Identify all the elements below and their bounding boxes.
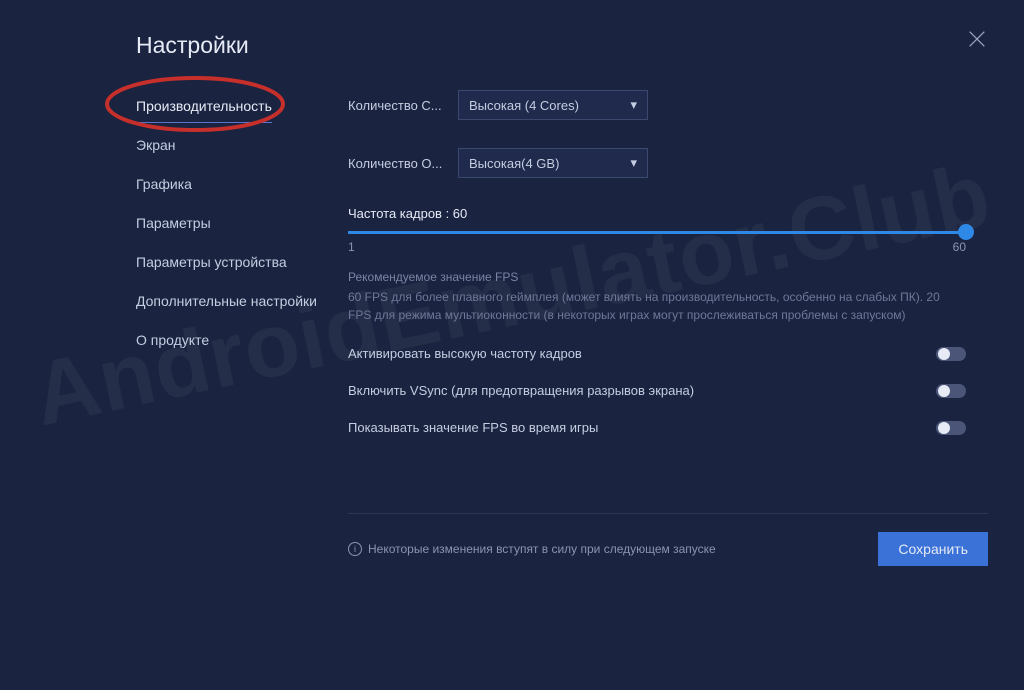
fps-label-prefix: Частота кадров :: [348, 206, 453, 221]
sidebar-item-device-params[interactable]: Параметры устройства: [136, 246, 336, 279]
sidebar-item-advanced[interactable]: Дополнительные настройки: [136, 285, 336, 318]
info-icon: i: [348, 542, 362, 556]
toggle-knob: [938, 348, 950, 360]
toggle-vsync[interactable]: [936, 384, 966, 398]
close-icon: [966, 28, 988, 50]
toggle-label-showfps: Показывать значение FPS во время игры: [348, 420, 598, 435]
toggle-knob: [938, 385, 950, 397]
row-ram: Количество О... Высокая(4 GB) ▾: [348, 148, 988, 178]
restart-note-text: Некоторые изменения вступят в силу при с…: [368, 542, 716, 556]
close-button[interactable]: [966, 28, 988, 50]
main-panel: Количество C... Высокая (4 Cores) ▾ Коли…: [348, 90, 988, 435]
fps-value: 60: [453, 206, 467, 221]
sidebar-item-about[interactable]: О продукте: [136, 324, 336, 357]
select-ram[interactable]: Высокая(4 GB) ▾: [458, 148, 648, 178]
sidebar-item-screen[interactable]: Экран: [136, 129, 336, 162]
restart-note: i Некоторые изменения вступят в силу при…: [348, 542, 716, 556]
row-cores: Количество C... Высокая (4 Cores) ▾: [348, 90, 988, 120]
fps-slider-section: Частота кадров : 60 1 60: [348, 206, 988, 254]
footer: i Некоторые изменения вступят в силу при…: [348, 513, 988, 566]
select-ram-value: Высокая(4 GB): [469, 156, 559, 171]
sidebar-item-graphics[interactable]: Графика: [136, 168, 336, 201]
fps-slider-fill: [348, 231, 966, 234]
save-button[interactable]: Сохранить: [878, 532, 988, 566]
fps-hint-title: Рекомендуемое значение FPS: [348, 268, 948, 286]
chevron-down-icon: ▾: [630, 97, 637, 113]
sidebar-item-performance[interactable]: Производительность: [136, 90, 272, 123]
fps-hint-body: 60 FPS для более плавного геймплея (може…: [348, 288, 948, 324]
toggle-knob: [938, 422, 950, 434]
label-cores: Количество C...: [348, 98, 458, 113]
toggle-highfps[interactable]: [936, 347, 966, 361]
fps-slider-range: 1 60: [348, 240, 966, 254]
select-cores[interactable]: Высокая (4 Cores) ▾: [458, 90, 648, 120]
fps-slider-thumb[interactable]: [958, 224, 974, 240]
toggle-label-highfps: Активировать высокую частоту кадров: [348, 346, 582, 361]
label-ram: Количество О...: [348, 156, 458, 171]
toggle-row-showfps: Показывать значение FPS во время игры: [348, 420, 966, 435]
fps-min: 1: [348, 240, 355, 254]
toggle-showfps[interactable]: [936, 421, 966, 435]
fps-slider-label: Частота кадров : 60: [348, 206, 988, 221]
toggle-label-vsync: Включить VSync (для предотвращения разры…: [348, 383, 694, 398]
fps-hint: Рекомендуемое значение FPS 60 FPS для бо…: [348, 268, 948, 324]
toggle-row-vsync: Включить VSync (для предотвращения разры…: [348, 383, 966, 398]
fps-max: 60: [953, 240, 966, 254]
fps-slider[interactable]: [348, 231, 966, 234]
select-cores-value: Высокая (4 Cores): [469, 98, 579, 113]
page-title: Настройки: [136, 32, 249, 59]
sidebar: Производительность Экран Графика Парамет…: [136, 90, 336, 363]
sidebar-item-params[interactable]: Параметры: [136, 207, 336, 240]
toggle-row-highfps: Активировать высокую частоту кадров: [348, 346, 966, 361]
chevron-down-icon: ▾: [630, 155, 637, 171]
